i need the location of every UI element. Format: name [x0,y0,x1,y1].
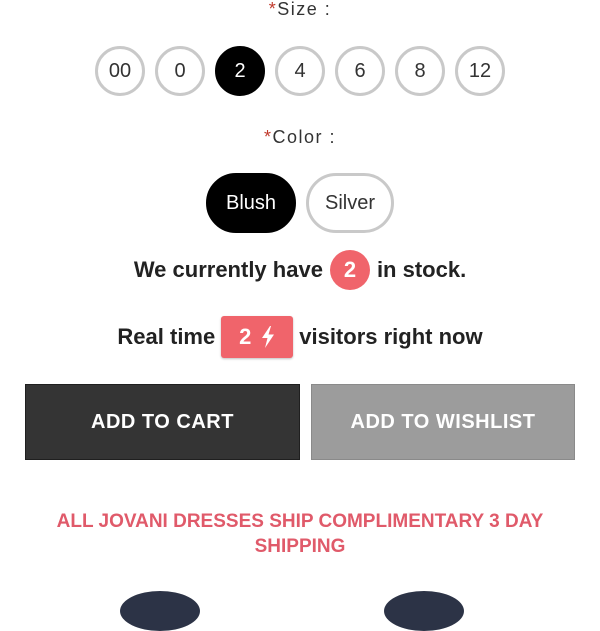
visitors-suffix: visitors right now [299,324,483,349]
size-option-0[interactable]: 0 [155,46,205,96]
visitors-message: Real time 2 visitors right now [0,316,600,358]
stock-count-badge: 2 [329,250,370,290]
shipping-notice: ALL JOVANI DRESSES SHIP COMPLIMENTARY 3 … [56,511,544,557]
color-option-blush[interactable]: Blush [206,173,296,233]
visitors-count: 2 [239,324,252,349]
partial-circle-right [384,591,464,631]
required-mark: * [263,127,273,147]
size-option-6[interactable]: 6 [335,46,385,96]
stock-prefix: We currently have [133,257,323,282]
visitors-count-badge: 2 [221,316,294,358]
size-label-text: Size : [277,0,332,19]
visitors-prefix: Real time [117,324,216,349]
size-option-00[interactable]: 00 [95,46,145,96]
size-option-2[interactable]: 2 [215,46,265,96]
size-option-4[interactable]: 4 [275,46,325,96]
add-to-cart-button[interactable]: ADD TO CART [25,384,300,460]
size-option-12[interactable]: 12 [455,46,505,96]
color-options: Blush Silver [0,173,600,233]
add-to-wishlist-button[interactable]: ADD TO WISHLIST [311,384,575,460]
required-mark: * [268,0,278,19]
color-label-text: Color : [272,127,337,147]
lightning-bolt-icon [261,326,275,348]
size-options: 00 0 2 4 6 8 12 [0,46,600,96]
stock-message: We currently have 2 in stock. [0,250,600,290]
color-option-silver[interactable]: Silver [306,173,394,233]
color-label: *Color : [0,127,600,148]
size-label: *Size : [0,0,600,20]
stock-suffix: in stock. [376,257,467,282]
partial-circle-left [120,591,200,631]
size-option-8[interactable]: 8 [395,46,445,96]
